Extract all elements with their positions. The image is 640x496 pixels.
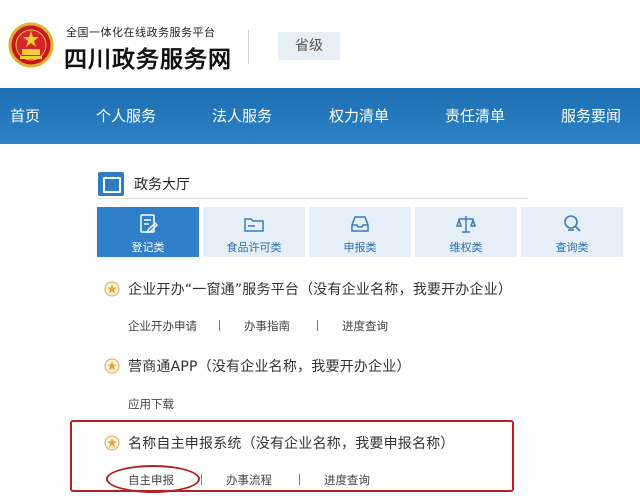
link-progress-query[interactable]: 进度查询 [342,318,388,334]
tab-label: 维权类 [449,241,483,254]
tab-label: 查询类 [555,241,589,254]
highlight-oval [106,465,200,493]
link-app-download[interactable]: 应用下载 [128,396,174,412]
link-guide[interactable]: 办事指南 [244,318,290,334]
folder-icon [244,218,264,232]
service-title[interactable]: 营商通APP（没有企业名称，我要开办企业） [128,356,411,376]
tab-label: 申报类 [343,241,377,254]
platform-subtitle: 全国一体化在线政务服务平台 [66,26,216,39]
level-select-button[interactable]: 省级 [278,32,340,60]
service-title[interactable]: 企业开办“一窗通”服务平台（没有企业名称，我要开办企业） [128,279,512,299]
link-enterprise-apply[interactable]: 企业开办申请 [128,318,197,334]
tab-label: 登记类 [131,241,165,254]
tab-label: 食品许可类 [226,241,282,254]
star-badge-icon [104,435,120,451]
tab-registration[interactable]: 登记类 [97,207,199,257]
nav-item-service-news[interactable]: 服务要闻 [561,88,621,144]
site-title[interactable]: 四川政务服务网 [64,40,232,74]
edit-document-icon [140,214,159,233]
main-nav: 首页 个人服务 法人服务 权力清单 责任清单 服务要闻 [0,88,640,144]
header-divider [248,30,249,64]
section-title: 政务大厅 [134,177,190,193]
star-badge-icon [104,281,120,297]
nav-item-legal-person-services[interactable]: 法人服务 [212,88,272,144]
nav-item-personal-services[interactable]: 个人服务 [96,88,156,144]
link-separator [317,320,318,331]
section-divider [98,198,528,199]
link-separator [299,474,300,485]
inbox-tray-icon [351,216,369,232]
star-badge-icon [104,358,120,374]
scales-icon [455,216,477,233]
link-separator [219,320,220,331]
hall-icon [98,172,124,196]
tab-declaration[interactable]: 申报类 [309,207,411,257]
site-header: 全国一体化在线政务服务平台 四川政务服务网 省级 [0,0,640,88]
service-title[interactable]: 名称自主申报系统（没有企业名称，我要申报名称） [128,433,455,453]
national-emblem-icon [8,22,54,68]
link-separator [201,474,202,485]
link-process-flow[interactable]: 办事流程 [226,472,272,488]
link-progress-query[interactable]: 进度查询 [324,472,370,488]
magnifier-icon [564,215,581,232]
tab-food-license[interactable]: 食品许可类 [203,207,305,257]
tab-inquiry[interactable]: 查询类 [521,207,623,257]
nav-item-home[interactable]: 首页 [10,88,40,144]
nav-item-power-list[interactable]: 权力清单 [329,88,389,144]
tab-rights-protection[interactable]: 维权类 [415,207,517,257]
nav-item-responsibility-list[interactable]: 责任清单 [445,88,505,144]
